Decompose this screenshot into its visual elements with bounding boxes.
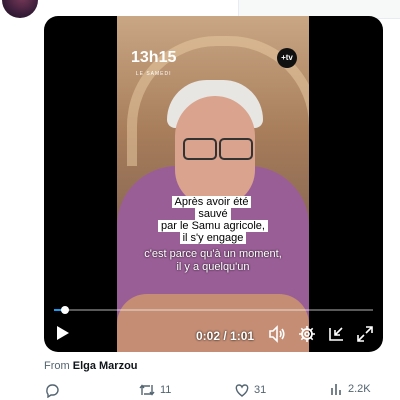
progress-handle[interactable]	[60, 306, 69, 314]
settings-gear-icon[interactable]	[298, 325, 316, 348]
reply-button[interactable]	[44, 382, 60, 398]
video-subtitle: c'est parce qu'à un moment, il y a quelq…	[127, 248, 299, 274]
views-chart-icon	[331, 384, 341, 395]
caption-line: par le Samu agricole,	[158, 220, 268, 232]
views-button[interactable]: 2.2K	[330, 382, 371, 396]
channel-badge: +tv	[277, 48, 297, 68]
reply-icon	[46, 384, 59, 398]
heart-icon	[235, 384, 249, 397]
caption-line: il s'y engage	[179, 232, 247, 244]
player-controls: 0:02 / 1:01	[44, 321, 383, 347]
subtitle-line: il y a quelqu'un	[176, 261, 250, 273]
video-player[interactable]: 13h15 LE SAMEDI +tv Après avoir été sauv…	[44, 16, 383, 352]
fullscreen-icon[interactable]	[356, 325, 374, 348]
video-frame: 13h15 LE SAMEDI +tv Après avoir été sauv…	[117, 16, 309, 352]
attribution-author[interactable]: Elga Marzou	[73, 360, 138, 372]
views-count: 2.2K	[348, 383, 371, 395]
like-button[interactable]: 31	[234, 382, 266, 398]
play-icon[interactable]	[56, 325, 70, 346]
tweet-actions: 11 31 2.2K	[44, 382, 384, 400]
program-logo: 13h15 LE SAMEDI	[131, 49, 177, 78]
retweet-count: 11	[160, 384, 172, 396]
retweet-button[interactable]: 11	[138, 382, 171, 398]
caption-line: Après avoir été sauvé	[171, 196, 252, 220]
volume-icon[interactable]	[268, 325, 286, 348]
subtitle-line: c'est parce qu'à un moment,	[144, 248, 282, 260]
video-caption: Après avoir été sauvé par le Samu agrico…	[157, 196, 269, 244]
progress-bar[interactable]	[54, 306, 373, 314]
like-count: 31	[254, 384, 267, 396]
glasses	[181, 138, 253, 160]
avatar[interactable]	[2, 0, 38, 18]
attribution-prefix: From	[44, 360, 70, 372]
time-display: 0:02 / 1:01	[196, 329, 255, 343]
video-attribution: From Elga Marzou	[44, 360, 138, 372]
pip-icon[interactable]	[328, 325, 346, 348]
retweet-icon	[139, 384, 155, 396]
